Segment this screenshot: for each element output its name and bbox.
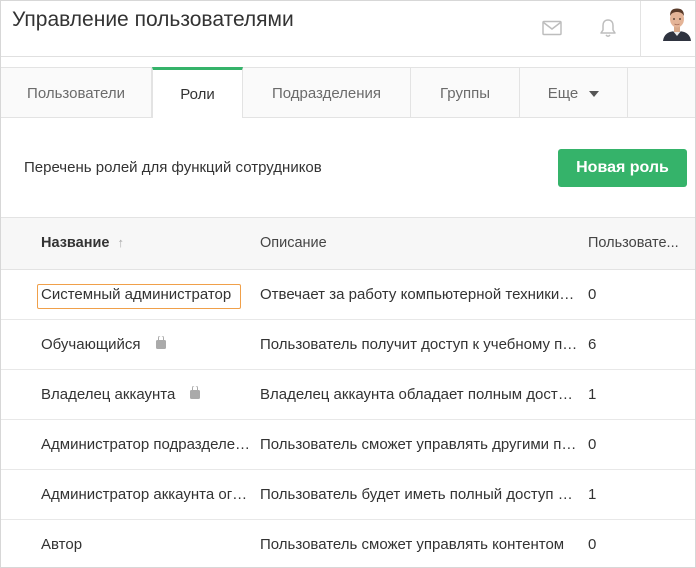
app-window: Управление пользователями Пользователи Р… [0, 0, 696, 568]
table-row[interactable]: Владелец аккаунта Владелец аккаунта обла… [1, 370, 695, 420]
role-name-cell: Обучающийся [41, 336, 166, 353]
tabs-bar: Пользователи Роли Подразделения Группы Е… [1, 67, 695, 118]
mail-icon[interactable] [539, 15, 565, 41]
tab-more-label: Еще [547, 84, 579, 102]
role-user-count: 1 [588, 486, 597, 503]
role-name: Владелец аккаунта [41, 386, 176, 403]
role-description: Пользователь будет иметь полный доступ к… [260, 486, 578, 503]
role-name: Системный администратор [41, 286, 232, 303]
column-header-description[interactable]: Описание [260, 235, 327, 251]
tab-groups[interactable]: Группы [411, 68, 520, 118]
user-avatar[interactable] [661, 5, 693, 41]
role-description: Пользователь сможет управлять другими по… [260, 436, 578, 453]
role-description: Владелец аккаунта обладает полным доступ… [260, 386, 578, 403]
tab-users-label: Пользователи [27, 84, 125, 102]
top-header: Управление пользователями [1, 1, 695, 57]
role-user-count: 1 [588, 386, 597, 403]
role-name: Администратор аккаунта ограниченный [41, 486, 251, 503]
lock-icon [190, 386, 201, 399]
role-description: Пользователь получит доступ к учебному п… [260, 336, 578, 353]
sort-asc-icon[interactable]: ↑ [117, 235, 124, 250]
header-divider [640, 1, 641, 57]
bell-icon[interactable] [595, 15, 621, 41]
table-header: Название ↑ Описание Пользовате... [1, 217, 695, 270]
table-row[interactable]: Администратор аккаунта ограниченный Поль… [1, 470, 695, 520]
tab-roles-label: Роли [180, 85, 215, 103]
role-name: Автор [41, 536, 83, 553]
column-header-name[interactable]: Название ↑ [41, 235, 124, 251]
tab-more[interactable]: Еще [520, 68, 628, 118]
role-name: Администратор подразделения [41, 436, 251, 453]
role-name-cell: Владелец аккаунта [41, 386, 201, 403]
page-title: Управление пользователями [12, 8, 294, 31]
role-description: Пользователь сможет управлять контентом [260, 536, 565, 553]
tab-users[interactable]: Пользователи [1, 68, 152, 118]
chevron-down-icon [589, 91, 600, 97]
role-user-count: 0 [588, 536, 597, 553]
role-user-count: 0 [588, 436, 597, 453]
tab-roles[interactable]: Роли [152, 67, 243, 118]
table-row[interactable]: Обучающийся Пользователь получит доступ … [1, 320, 695, 370]
table-row[interactable]: Системный администратор Отвечает за рабо… [1, 270, 695, 320]
roles-table: Название ↑ Описание Пользовате... Системн… [1, 217, 695, 567]
role-user-count: 0 [588, 286, 597, 303]
role-name: Обучающийся [41, 336, 141, 353]
column-header-users[interactable]: Пользовате... [588, 235, 684, 251]
table-row[interactable]: Автор Пользователь сможет управлять конт… [1, 520, 695, 567]
section-subtitle: Перечень ролей для функций сотрудников [24, 159, 322, 176]
role-description: Отвечает за работу компьютерной техники … [260, 286, 578, 303]
lock-icon [155, 336, 166, 349]
tab-departments-label: Подразделения [271, 84, 382, 102]
new-role-button[interactable]: Новая роль [558, 149, 687, 187]
tab-groups-label: Группы [440, 84, 490, 102]
column-header-name-label: Название [41, 235, 110, 251]
role-user-count: 6 [588, 336, 597, 353]
table-row[interactable]: Администратор подразделения Пользователь… [1, 420, 695, 470]
tab-departments[interactable]: Подразделения [243, 68, 411, 118]
